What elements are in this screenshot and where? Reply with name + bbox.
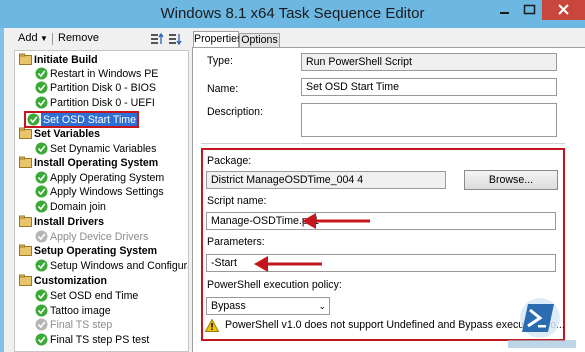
tab-properties[interactable]: Properties <box>193 31 242 47</box>
add-dropdown-icon[interactable]: ▼ <box>40 34 48 43</box>
green-check-icon <box>35 81 48 94</box>
move-up-icon[interactable] <box>150 32 164 46</box>
chevron-down-icon: ⌄ <box>318 301 326 311</box>
browse-button[interactable]: Browse... <box>464 170 558 190</box>
toolbar-separator <box>52 33 53 45</box>
script-name-field[interactable]: Manage-OSDTime.ps1 <box>206 212 556 230</box>
powershell-logo-watermark <box>508 298 576 348</box>
add-menu[interactable]: Add <box>18 32 38 44</box>
green-check-icon <box>35 289 48 302</box>
folder-icon <box>19 156 32 168</box>
description-label: Description: <box>207 106 263 118</box>
step-label: Setup Windows and Configuration <box>50 260 188 272</box>
minimize-button[interactable] <box>492 0 517 20</box>
folder-icon <box>19 274 32 286</box>
task-sequence-editor-window: Windows 8.1 x64 Task Sequence Editor Add… <box>0 0 585 352</box>
group-label: Setup Operating System <box>34 245 158 257</box>
description-field[interactable] <box>301 103 557 137</box>
green-check-icon <box>35 200 48 213</box>
execution-policy-value: Bypass <box>211 300 246 312</box>
folder-icon <box>19 53 32 65</box>
tab-options[interactable]: Options <box>239 33 280 47</box>
green-check-icon <box>35 185 48 198</box>
name-label: Name: <box>207 83 239 95</box>
script-name-label: Script name: <box>207 195 267 207</box>
minimize-icon <box>500 12 509 14</box>
task-sequence-tree[interactable]: Initiate Build Restart in Windows PE Par… <box>14 50 189 352</box>
step-label: Restart in Windows PE <box>50 68 159 80</box>
green-check-icon <box>35 142 48 155</box>
group-label: Install Operating System <box>34 157 159 169</box>
tree-toolbar: Add ▼ Remove <box>8 31 188 47</box>
remove-label: Remove <box>58 32 99 44</box>
close-button[interactable] <box>542 0 585 20</box>
execution-policy-label: PowerShell execution policy: <box>207 279 342 291</box>
package-label: Package: <box>207 155 252 167</box>
maximize-button[interactable] <box>517 0 542 20</box>
green-check-icon <box>35 171 48 184</box>
disabled-check-icon <box>35 230 48 243</box>
green-check-icon <box>35 96 48 109</box>
warning-icon <box>205 319 219 332</box>
name-field[interactable]: Set OSD Start Time <box>301 78 557 96</box>
green-check-icon <box>35 304 48 317</box>
maximize-icon <box>523 4 536 15</box>
step-label: Apply Device Drivers <box>50 231 149 243</box>
group-label: Initiate Build <box>34 54 98 66</box>
step-label: Final TS step <box>50 319 113 331</box>
group-label: Install Drivers <box>34 216 105 228</box>
step-label: Apply Operating System <box>50 172 165 184</box>
step-label: Set Dynamic Variables <box>50 143 157 155</box>
step-label: Tattoo image <box>50 305 111 317</box>
group-label: Customization <box>34 275 107 287</box>
annotation-arrow-icon <box>254 256 322 272</box>
title-bar[interactable]: Windows 8.1 x64 Task Sequence Editor <box>0 0 585 28</box>
add-label: Add <box>18 32 38 44</box>
step-label: Partition Disk 0 - UEFI <box>50 97 155 109</box>
folder-icon <box>19 215 32 227</box>
remove-button[interactable]: Remove <box>58 32 99 44</box>
step-label: Domain join <box>50 201 106 213</box>
execution-policy-select[interactable]: Bypass ⌄ <box>206 297 330 315</box>
selection-highlight-box <box>24 111 139 128</box>
type-field: Run PowerShell Script <box>301 53 557 71</box>
green-check-icon <box>35 259 48 272</box>
step-label: Final TS step PS test <box>50 334 150 346</box>
type-label: Type: <box>207 55 233 67</box>
folder-icon <box>19 127 32 139</box>
green-check-icon <box>35 333 48 346</box>
move-down-icon[interactable] <box>168 32 182 46</box>
step-label: Partition Disk 0 - BIOS <box>50 82 156 94</box>
step-label: Apply Windows Settings <box>50 186 164 198</box>
step-label: Set OSD end Time <box>50 290 139 302</box>
section-divider <box>201 143 565 144</box>
parameters-label: Parameters: <box>207 236 265 248</box>
disabled-check-icon <box>35 318 48 331</box>
annotation-arrow-icon <box>302 213 370 229</box>
folder-icon <box>19 244 32 256</box>
group-label: Set Variables <box>34 128 100 140</box>
close-icon <box>558 4 569 15</box>
green-check-icon <box>35 67 48 80</box>
package-field: District ManageOSDTime_004 4 <box>206 171 446 189</box>
